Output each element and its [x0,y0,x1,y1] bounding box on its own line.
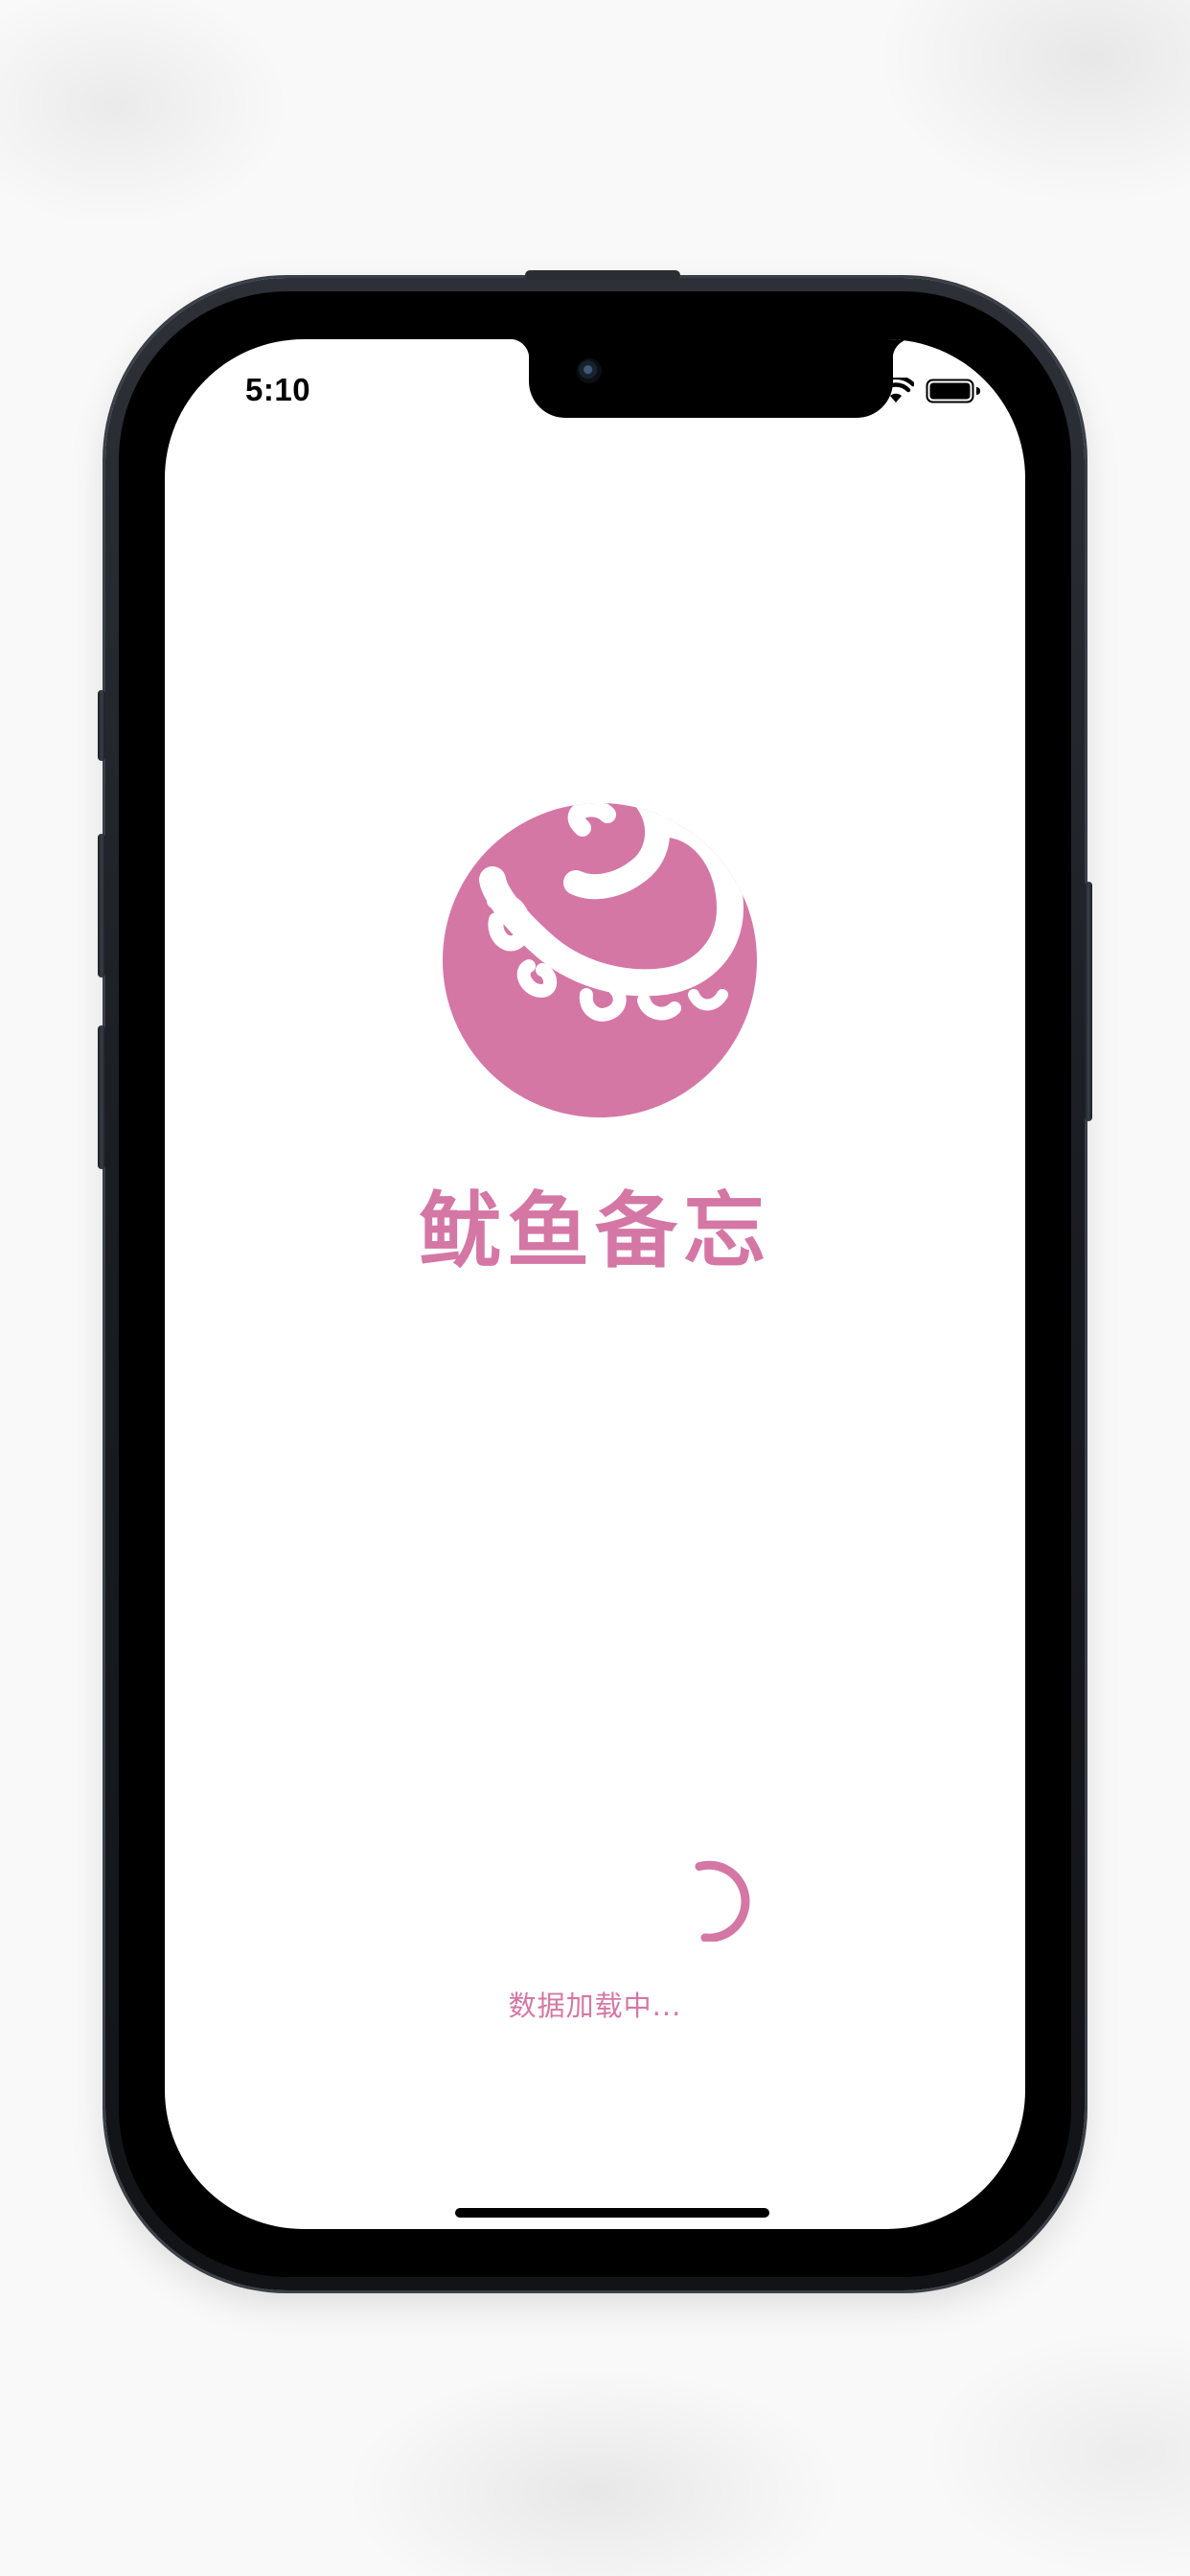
loading-spinner-icon [695,1860,750,1942]
earpiece-speaker [525,270,680,280]
notch [510,339,912,418]
front-camera [577,358,602,383]
power-button [1085,882,1092,1121]
volume-down-button [98,1025,105,1169]
home-indicator[interactable] [455,2208,769,2218]
loading-text: 数据加载中... [508,1990,682,2022]
phone-frame: 5:10 鱿鱼备忘 数据加载中... [98,270,1092,2290]
app-name: 鱿鱼备忘 [419,1184,771,1279]
mute-switch [98,690,105,761]
app-screen: 5:10 鱿鱼备忘 数据加载中... [165,339,1025,2229]
squid-logo-icon [443,803,757,1117]
phone-bezel: 5:10 鱿鱼备忘 数据加载中... [119,291,1071,2277]
status-time: 5:10 [245,372,311,407]
battery-icon [926,378,981,404]
volume-up-button [98,834,105,978]
